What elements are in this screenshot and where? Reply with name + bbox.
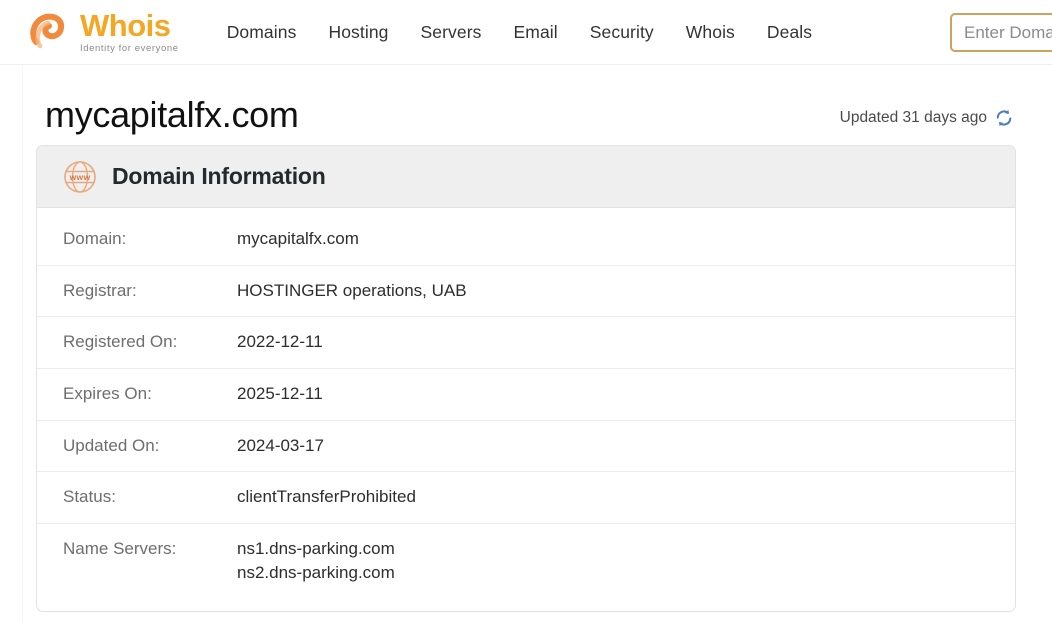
main-nav: Domains Hosting Servers Email Security W… bbox=[211, 16, 828, 49]
card-header: www Domain Information bbox=[37, 146, 1015, 208]
page-title: mycapitalfx.com bbox=[45, 94, 299, 136]
row-value: 2024-03-17 bbox=[237, 435, 324, 455]
row-value: 2022-12-11 bbox=[237, 332, 323, 352]
updated-label: Updated 31 days ago bbox=[839, 109, 987, 126]
brand-name: Whois bbox=[80, 8, 171, 44]
row-label: Status: bbox=[63, 487, 116, 507]
row-value: mycapitalfx.com bbox=[237, 229, 359, 248]
www-globe-icon: www bbox=[64, 160, 96, 193]
row-label: Registered On: bbox=[63, 332, 178, 352]
nav-item-whois[interactable]: Whois bbox=[670, 16, 751, 49]
name-server-1: ns1.dns-parking.com bbox=[237, 538, 395, 558]
row-label: Registrar: bbox=[63, 280, 137, 300]
row-label: Updated On: bbox=[63, 435, 160, 455]
content-container: mycapitalfx.com Updated 31 days ago www … bbox=[36, 65, 1016, 622]
card-title: Domain Information bbox=[112, 163, 326, 189]
updated-status: Updated 31 days ago bbox=[840, 108, 1014, 135]
refresh-icon[interactable] bbox=[994, 108, 1014, 128]
nav-item-deals[interactable]: Deals bbox=[751, 16, 828, 49]
table-row-name-servers: Name Servers: ns1.dns-parking.com ns2.dn… bbox=[37, 524, 1015, 599]
name-server-2: ns2.dns-parking.com bbox=[237, 563, 395, 583]
domain-information-card: www Domain Information Domain: mycapital… bbox=[36, 145, 1016, 613]
brand-logo-link[interactable]: Whois Identity for everyone bbox=[28, 10, 179, 54]
row-value: 2025-12-11 bbox=[237, 383, 323, 403]
table-row: Registrar: HOSTINGER operations, UAB bbox=[37, 266, 1015, 318]
page-left-rail bbox=[22, 65, 23, 622]
brand-tagline: Identity for everyone bbox=[80, 43, 179, 55]
whois-swirl-icon bbox=[30, 13, 65, 49]
nav-item-hosting[interactable]: Hosting bbox=[312, 16, 404, 49]
table-row: Registered On: 2022-12-11 bbox=[37, 317, 1015, 369]
table-row: Updated On: 2024-03-17 bbox=[37, 421, 1015, 473]
table-row: Expires On: 2025-12-11 bbox=[37, 369, 1015, 421]
svg-text:www: www bbox=[69, 172, 91, 182]
table-row: Domain: mycapitalfx.com bbox=[37, 214, 1015, 266]
nav-item-security[interactable]: Security bbox=[574, 16, 670, 49]
page-body: mycapitalfx.com Updated 31 days ago www … bbox=[0, 65, 1052, 622]
row-value: clientTransferProhibited bbox=[237, 487, 416, 507]
nav-item-email[interactable]: Email bbox=[498, 16, 574, 49]
row-label: Expires On: bbox=[63, 383, 152, 403]
row-value: HOSTINGER operations, UAB bbox=[237, 280, 467, 300]
nav-item-domains[interactable]: Domains bbox=[211, 16, 313, 49]
row-label: Name Servers: bbox=[63, 538, 177, 558]
page-title-row: mycapitalfx.com Updated 31 days ago bbox=[36, 69, 1016, 135]
domain-search bbox=[950, 13, 1052, 52]
row-value: ns1.dns-parking.com ns2.dns-parking.com bbox=[237, 537, 993, 586]
card-body: Domain: mycapitalfx.com Registrar: HOSTI… bbox=[37, 208, 1015, 611]
nav-item-servers[interactable]: Servers bbox=[405, 16, 498, 49]
top-navigation-bar: Whois Identity for everyone Domains Host… bbox=[0, 0, 1052, 65]
row-label: Domain: bbox=[63, 229, 127, 248]
search-input[interactable] bbox=[950, 13, 1052, 52]
table-row: Status: clientTransferProhibited bbox=[37, 472, 1015, 524]
